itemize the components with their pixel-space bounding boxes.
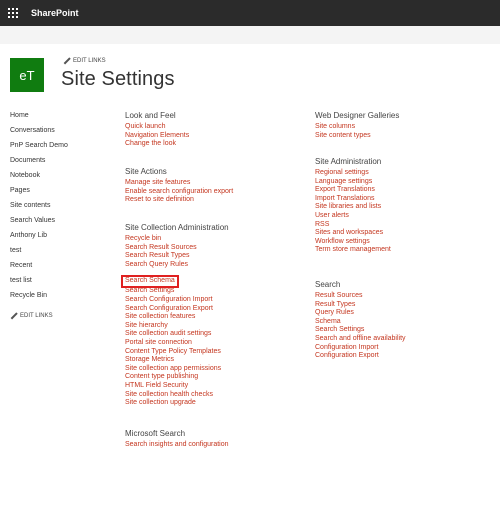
search-schema-link[interactable]: Search Schema (121, 275, 179, 288)
settings-link[interactable]: Site content types (315, 132, 399, 141)
settings-link[interactable]: Import Translations (315, 195, 391, 204)
pencil-icon (10, 312, 17, 319)
settings-link[interactable]: Export Translations (315, 186, 391, 195)
settings-link[interactable]: Search Configuration Import (125, 296, 229, 305)
settings-link[interactable]: Sites and workspaces (315, 229, 391, 238)
section-heading: Site Administration (315, 157, 382, 166)
edit-links-nav[interactable]: EDIT LINKS (10, 312, 53, 319)
section-heading: Look and Feel (125, 111, 176, 120)
settings-link[interactable]: Site libraries and lists (315, 203, 391, 212)
settings-link[interactable]: Quick launch (125, 123, 189, 132)
settings-link[interactable]: Content type publishing (125, 373, 229, 382)
settings-link[interactable]: Site collection app permissions (125, 365, 229, 374)
settings-link[interactable]: Enable search configuration export (125, 188, 233, 197)
settings-link[interactable]: Schema (315, 318, 406, 327)
settings-link[interactable]: Search Result Sources (125, 244, 229, 253)
section-site-administration: Site Administration Regional settings La… (315, 157, 391, 255)
settings-link[interactable]: Site collection features (125, 313, 229, 322)
settings-link[interactable]: HTML Field Security (125, 382, 229, 391)
left-nav: Home Conversations PnP Search Demo Docum… (10, 108, 68, 303)
settings-link[interactable]: Query Rules (315, 309, 406, 318)
settings-link[interactable]: Configuration Export (315, 352, 406, 361)
settings-link[interactable]: Manage site features (125, 179, 233, 188)
settings-link[interactable]: RSS (315, 221, 391, 230)
nav-item[interactable]: Site contents (10, 198, 68, 213)
section-site-collection-administration: Site Collection Administration Recycle b… (121, 223, 229, 408)
section-web-designer-galleries: Web Designer Galleries Site columns Site… (315, 111, 399, 140)
nav-item[interactable]: Notebook (10, 168, 68, 183)
settings-link[interactable]: Site columns (315, 123, 399, 132)
settings-link[interactable]: Search Configuration Export (125, 305, 229, 314)
settings-link[interactable]: Search Settings (315, 326, 406, 335)
top-strip (0, 26, 500, 44)
settings-link[interactable]: Navigation Elements (125, 132, 189, 141)
settings-link[interactable]: Term store management (315, 246, 391, 255)
settings-link[interactable]: Site hierarchy (125, 322, 229, 331)
nav-item[interactable]: Recent (10, 258, 68, 273)
settings-link[interactable]: Site collection health checks (125, 391, 229, 400)
settings-link[interactable]: Search and offline availability (315, 335, 406, 344)
settings-link[interactable]: Content Type Policy Templates (125, 348, 229, 357)
settings-link[interactable]: Change the look (125, 140, 189, 149)
nav-item[interactable]: Recycle Bin (10, 288, 68, 303)
nav-item[interactable]: Conversations (10, 123, 68, 138)
section-heading: Site Collection Administration (125, 223, 229, 232)
section-microsoft-search: Microsoft Search Search insights and con… (125, 429, 229, 450)
settings-link[interactable]: Language settings (315, 178, 391, 187)
settings-link[interactable]: Configuration Import (315, 344, 406, 353)
pencil-icon (63, 57, 70, 64)
settings-link[interactable]: Reset to site definition (125, 196, 233, 205)
section-heading: Web Designer Galleries (315, 111, 400, 120)
nav-item[interactable]: Documents (10, 153, 68, 168)
settings-link[interactable]: Search Settings (125, 287, 229, 296)
nav-item[interactable]: test (10, 243, 68, 258)
settings-link[interactable]: Recycle bin (125, 235, 229, 244)
section-heading: Search (315, 280, 341, 289)
edit-links-label: EDIT LINKS (73, 57, 106, 64)
settings-link[interactable]: Workflow settings (315, 238, 391, 247)
settings-link[interactable]: Result Sources (315, 292, 406, 301)
section-heading: Microsoft Search (125, 429, 186, 438)
page-title: Site Settings (61, 68, 175, 90)
settings-link[interactable]: Search Query Rules (125, 261, 229, 270)
nav-item[interactable]: Pages (10, 183, 68, 198)
settings-link[interactable]: Storage Metrics (125, 356, 229, 365)
settings-link[interactable]: Regional settings (315, 169, 391, 178)
app-launcher-button[interactable] (0, 0, 26, 26)
settings-link[interactable]: Portal site connection (125, 339, 229, 348)
nav-item[interactable]: test list (10, 273, 68, 288)
waffle-icon (8, 8, 18, 18)
nav-item[interactable]: Home (10, 108, 68, 123)
nav-item[interactable]: Search Values (10, 213, 68, 228)
suite-bar: SharePoint (0, 0, 500, 26)
section-look-and-feel: Look and Feel Quick launch Navigation El… (125, 111, 189, 149)
edit-links-label: EDIT LINKS (20, 312, 53, 319)
section-heading: Site Actions (125, 167, 167, 176)
nav-item[interactable]: Anthony Lib (10, 228, 68, 243)
brand-link[interactable]: SharePoint (31, 8, 79, 18)
site-logo[interactable]: eT (10, 58, 44, 92)
settings-link[interactable]: Search insights and configuration (125, 441, 229, 450)
settings-link[interactable]: Search Result Types (125, 252, 229, 261)
settings-link[interactable]: User alerts (315, 212, 391, 221)
section-site-actions: Site Actions Manage site features Enable… (125, 167, 233, 205)
settings-link[interactable]: Site collection audit settings (125, 330, 229, 339)
settings-link[interactable]: Result Types (315, 301, 406, 310)
edit-links-top[interactable]: EDIT LINKS (63, 57, 106, 64)
settings-link[interactable]: Site collection upgrade (125, 399, 229, 408)
section-search: Search Result Sources Result Types Query… (315, 280, 406, 361)
nav-item[interactable]: PnP Search Demo (10, 138, 68, 153)
